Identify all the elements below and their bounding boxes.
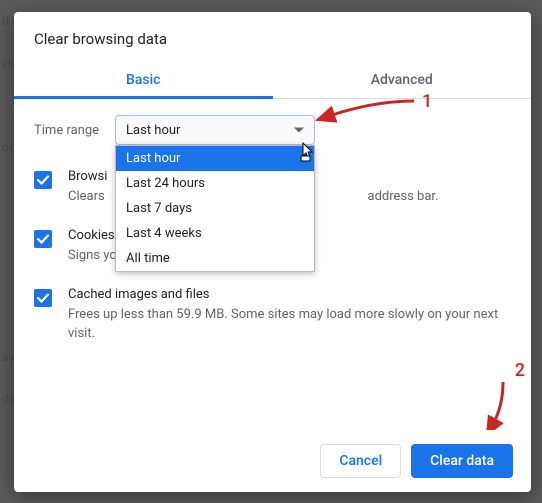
cache-desc: Frees up less than 59.9 MB. Some sites m… [68,306,511,342]
cache-title: Cached images and files [68,287,511,302]
chevron-down-icon [294,128,304,133]
option-last-hour[interactable]: Last hour [116,146,314,171]
time-range-label: Time range [34,123,99,138]
time-range-select[interactable]: Last hour [115,115,315,145]
cancel-button[interactable]: Cancel [320,444,401,478]
checkbox-cookies[interactable] [34,230,52,248]
tab-basic[interactable]: Basic [14,62,273,98]
time-range-selected: Last hour [126,123,180,138]
option-all-time[interactable]: All time [116,246,314,271]
option-last-24-hours[interactable]: Last 24 hours [116,171,314,196]
option-last-7-days[interactable]: Last 7 days [116,196,314,221]
dialog-content: Time range Last hour Last hour Last 24 h… [14,99,531,430]
dialog-footer: 2 Cancel Clear data [14,430,531,492]
dialog-title: Clear browsing data [14,12,531,62]
clear-browsing-data-dialog: Clear browsing data Basic Advanced Time … [14,12,531,492]
clear-data-button[interactable]: Clear data [411,444,513,478]
checkbox-browsing-history[interactable] [34,171,52,189]
tabs: Basic Advanced [14,62,531,99]
checkbox-cache[interactable] [34,289,52,307]
option-last-4-weeks[interactable]: Last 4 weeks [116,221,314,246]
tab-advanced[interactable]: Advanced [273,62,532,98]
time-range-dropdown: Last hour Last 24 hours Last 7 days Last… [115,145,315,272]
